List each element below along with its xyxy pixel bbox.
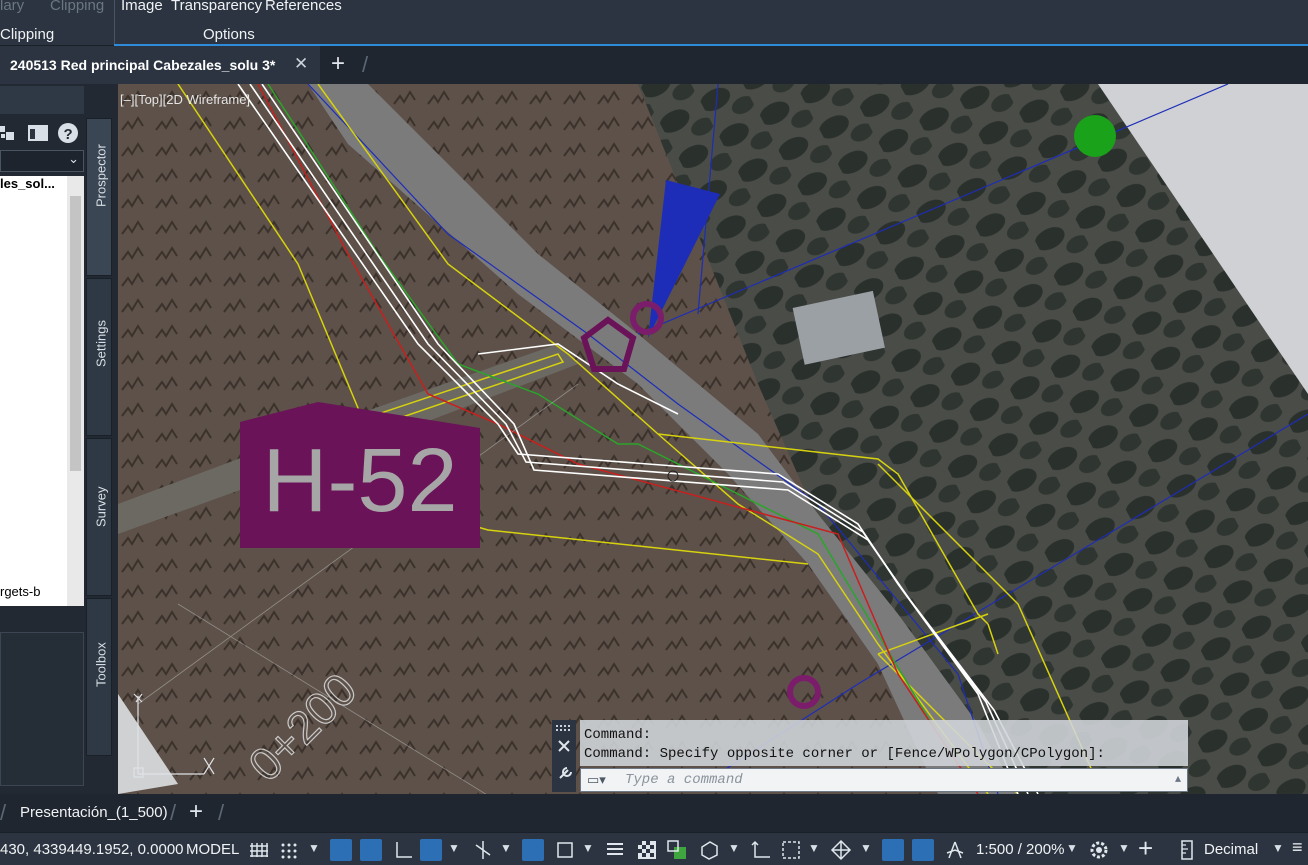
selection-filter-icon[interactable] bbox=[780, 839, 802, 861]
transparency-icon[interactable] bbox=[636, 839, 658, 861]
snap-dropdown-icon[interactable]: ▼ bbox=[308, 841, 320, 855]
annotation-visibility-icon[interactable] bbox=[882, 839, 904, 861]
chevron-up-icon[interactable]: ▴ bbox=[1175, 771, 1181, 785]
isodraft-dropdown-icon[interactable]: ▼ bbox=[500, 841, 512, 855]
layout-divider: / bbox=[170, 800, 177, 825]
tab-prospector-label: Prospector bbox=[93, 144, 109, 207]
tab-survey-label: Survey bbox=[93, 486, 109, 527]
auto-scale-icon[interactable] bbox=[912, 839, 934, 861]
tab-document[interactable]: 240513 Red principal Cabezales_solu 3* ✕ bbox=[0, 46, 320, 84]
command-input[interactable]: ▭▾ Type a command ▴ bbox=[580, 768, 1188, 792]
palette-header bbox=[0, 86, 84, 114]
tab-survey[interactable]: Survey bbox=[86, 438, 112, 596]
command-grip[interactable] bbox=[552, 720, 576, 792]
prospector-palette: ? ⌄ les_sol... rgets-b Prospector Settin… bbox=[0, 84, 118, 794]
new-tab-button[interactable]: + bbox=[331, 50, 345, 78]
command-grip-icons bbox=[556, 725, 572, 779]
document-tab-bar: 240513 Red principal Cabezales_solu 3* ✕… bbox=[0, 46, 1308, 84]
prospector-tree[interactable]: les_sol... rgets-b bbox=[0, 176, 84, 606]
command-history-line-2: Command: Specify opposite corner or [Fen… bbox=[584, 746, 1105, 762]
gear-icon[interactable] bbox=[1088, 839, 1110, 861]
osnap-dropdown-icon[interactable]: ▼ bbox=[582, 841, 594, 855]
units-dropdown-icon[interactable]: ▼ bbox=[1272, 841, 1284, 855]
viewport-controls-label[interactable]: [–][Top][2D Wireframe] bbox=[120, 92, 250, 107]
object-snap-icon[interactable] bbox=[554, 839, 576, 861]
object-snap-tracking-icon[interactable] bbox=[522, 839, 544, 861]
ribbon-clipping-dim[interactable]: Clipping bbox=[50, 0, 104, 14]
dynamic-ucs-icon[interactable] bbox=[750, 839, 772, 861]
selection-cycling-icon[interactable] bbox=[666, 839, 688, 861]
h52-text: H-52 bbox=[262, 431, 458, 531]
status-bar: 430, 4339449.1952, 0.0000 MODEL ▼ ▼ ▼ ▼ … bbox=[0, 832, 1308, 865]
command-history-line-1: Command: bbox=[584, 727, 652, 743]
filter-dropdown-icon[interactable]: ▼ bbox=[808, 841, 820, 855]
add-layout-button[interactable]: + bbox=[189, 798, 203, 826]
palette-dropdown[interactable]: ⌄ bbox=[0, 150, 84, 172]
close-icon[interactable]: ✕ bbox=[294, 54, 308, 74]
h52-block-label: H-52 bbox=[240, 402, 480, 548]
scrollbar-thumb[interactable] bbox=[70, 196, 81, 471]
tree-item-targets[interactable]: rgets-b bbox=[0, 584, 40, 599]
workspace-dropdown-icon[interactable]: ▼ bbox=[1118, 841, 1130, 855]
svg-text:?: ? bbox=[64, 126, 73, 143]
scale-dropdown-icon[interactable]: ▼ bbox=[1066, 841, 1078, 855]
ribbon-panel-options[interactable]: Options bbox=[203, 26, 255, 43]
dynamic-input-icon[interactable] bbox=[330, 839, 352, 861]
tab-settings-label: Settings bbox=[93, 320, 109, 367]
ortho-icon[interactable] bbox=[392, 839, 414, 861]
ribbon-image-button[interactable]: Image bbox=[121, 0, 163, 14]
tree-item-drawing[interactable]: les_sol... bbox=[0, 176, 55, 191]
coordinates-readout[interactable]: 430, 4339449.1952, 0.0000 bbox=[0, 841, 184, 858]
command-line: Command: Command: Specify opposite corne… bbox=[552, 720, 1188, 792]
infer-constraints-icon[interactable] bbox=[360, 839, 382, 861]
ribbon: lary Clipping Image Transparency Referen… bbox=[0, 0, 1308, 46]
snap-icon[interactable] bbox=[278, 839, 300, 861]
ribbon-transparency-button[interactable]: Transparency bbox=[171, 0, 262, 14]
menu-icon[interactable]: ≡ bbox=[1292, 837, 1303, 858]
annotation-scale-icon[interactable] bbox=[944, 839, 966, 861]
tab-toolbox[interactable]: Toolbox bbox=[86, 598, 112, 756]
tab-prospector[interactable]: Prospector bbox=[86, 118, 112, 276]
ribbon-label-lary: lary bbox=[0, 0, 25, 14]
ribbon-separator bbox=[114, 0, 115, 46]
3d-osnap-dropdown-icon[interactable]: ▼ bbox=[728, 841, 740, 855]
chevron-down-icon: ⌄ bbox=[68, 151, 79, 166]
tab-layout-presentacion[interactable]: Presentación_(1_500) bbox=[20, 804, 168, 821]
command-history: Command: Command: Specify opposite corne… bbox=[580, 720, 1188, 766]
polar-tracking-icon[interactable] bbox=[420, 839, 442, 861]
units-readout[interactable]: Decimal bbox=[1204, 841, 1258, 858]
units-icon[interactable] bbox=[1176, 839, 1198, 861]
palette-toolbar-icons[interactable]: ? bbox=[0, 120, 84, 148]
polar-dropdown-icon[interactable]: ▼ bbox=[448, 841, 460, 855]
green-circle-marker[interactable] bbox=[1074, 115, 1116, 157]
tab-toolbox-label: Toolbox bbox=[93, 642, 109, 687]
tab-document-label: 240513 Red principal Cabezales_solu 3* bbox=[10, 57, 276, 73]
layout-divider-left: / bbox=[0, 800, 7, 825]
model-space-button[interactable]: MODEL bbox=[186, 841, 239, 858]
layout-divider-right: / bbox=[218, 800, 225, 825]
command-prompt-icon[interactable]: ▭▾ bbox=[587, 772, 606, 788]
annotation-scale-readout[interactable]: 1:500 / 200% bbox=[976, 841, 1064, 858]
3d-osnap-icon[interactable] bbox=[698, 839, 720, 861]
palette-toolbar: ? bbox=[0, 120, 84, 148]
gizmo-icon[interactable] bbox=[830, 839, 852, 861]
gizmo-dropdown-icon[interactable]: ▼ bbox=[860, 841, 872, 855]
ribbon-references-button[interactable]: References bbox=[265, 0, 342, 14]
lineweight-icon[interactable] bbox=[604, 839, 626, 861]
layout-tab-bar: / Presentación_(1_500) / + / bbox=[0, 794, 1308, 832]
tab-settings[interactable]: Settings bbox=[86, 278, 112, 436]
ribbon-panel-clipping[interactable]: Clipping bbox=[0, 26, 54, 43]
command-placeholder: Type a command bbox=[625, 772, 743, 788]
isodraft-icon[interactable] bbox=[472, 839, 494, 861]
tree-scrollbar[interactable] bbox=[67, 176, 84, 606]
tab-divider: / bbox=[362, 52, 369, 77]
plus-icon[interactable]: + bbox=[1138, 833, 1153, 864]
palette-preview-area bbox=[0, 632, 84, 786]
grid-icon[interactable] bbox=[248, 839, 270, 861]
drawing-viewport[interactable]: 0+200 [–][Top][2D Wireframe] H-52 bbox=[118, 84, 1308, 794]
